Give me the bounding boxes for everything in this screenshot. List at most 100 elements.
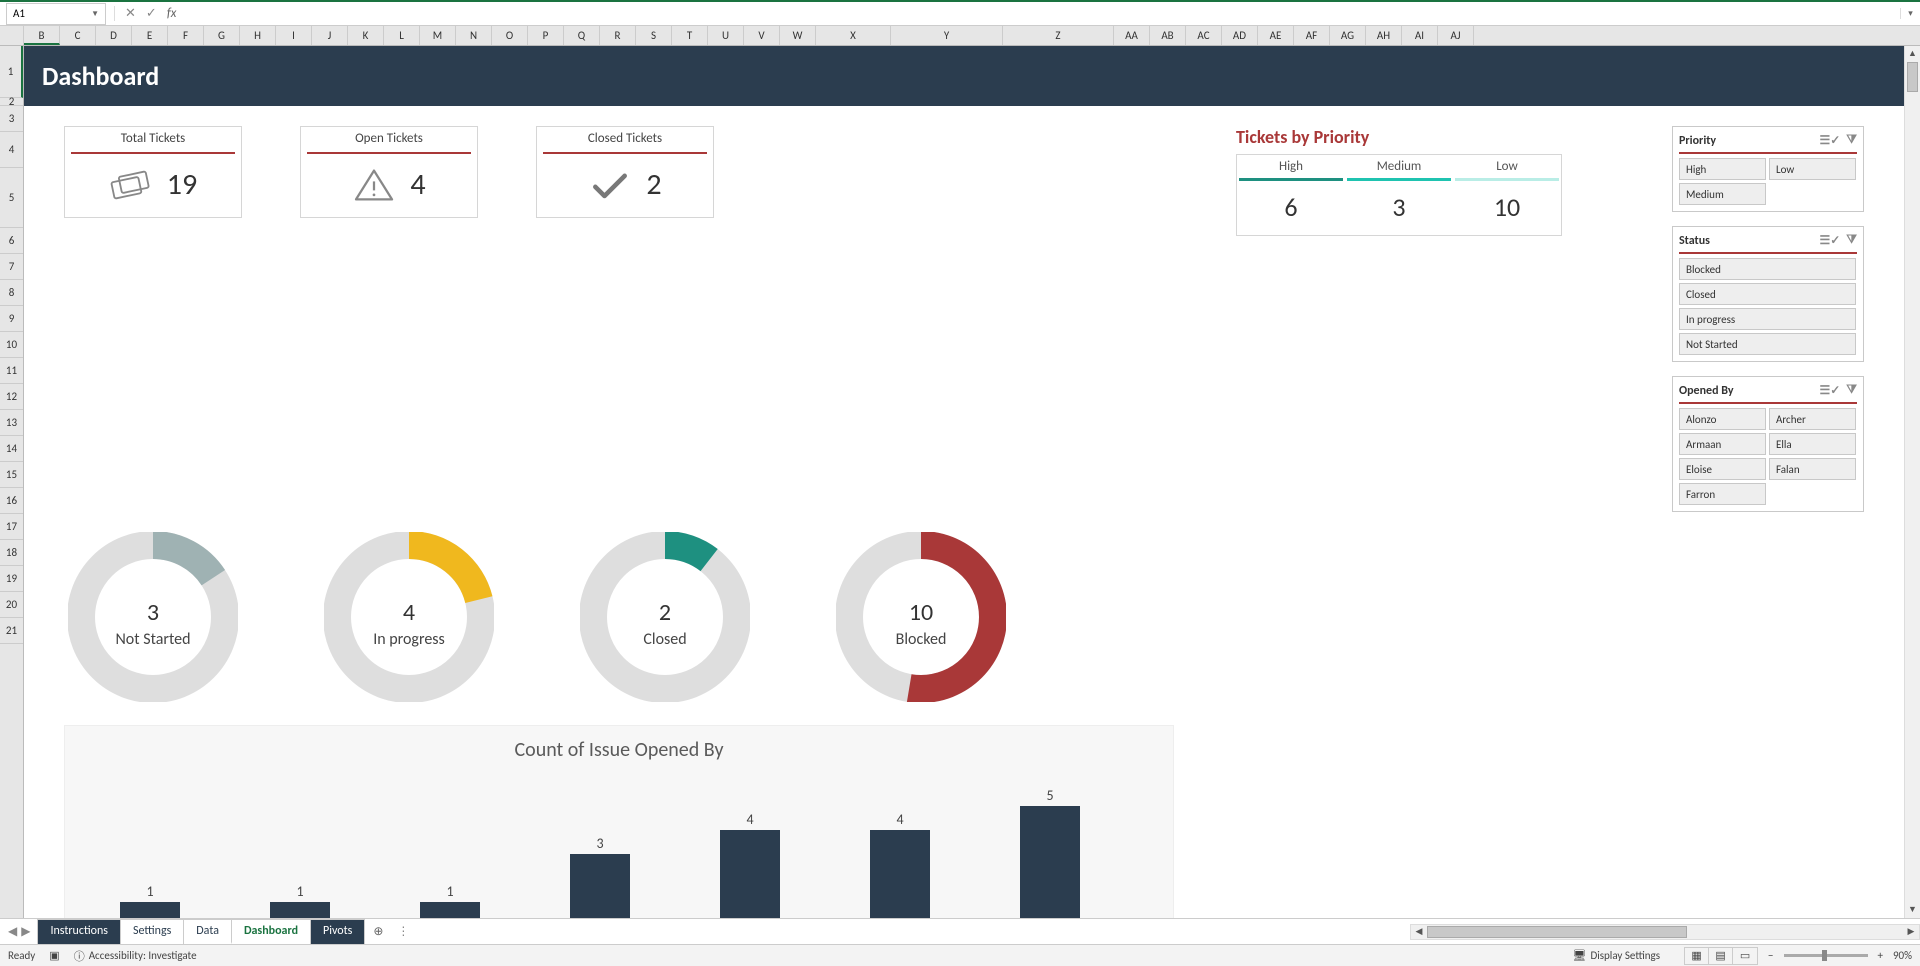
accessibility-status[interactable]: ⓘ Accessibility: Investigate bbox=[74, 948, 197, 964]
row-header[interactable]: 10 bbox=[0, 332, 23, 358]
column-header[interactable]: Z bbox=[1003, 26, 1114, 45]
row-header[interactable]: 11 bbox=[0, 358, 23, 384]
hscroll-left-arrow-icon[interactable]: ◀ bbox=[1411, 925, 1427, 939]
column-header[interactable]: N bbox=[456, 26, 492, 45]
column-header[interactable]: J bbox=[312, 26, 348, 45]
column-header[interactable]: P bbox=[528, 26, 564, 45]
scroll-up-arrow-icon[interactable]: ▲ bbox=[1905, 46, 1920, 62]
tab-more-icon[interactable]: ⋮ bbox=[397, 924, 409, 939]
scroll-down-arrow-icon[interactable]: ▼ bbox=[1905, 902, 1920, 918]
slicer-item[interactable]: Low bbox=[1769, 158, 1856, 180]
column-header[interactable]: AI bbox=[1402, 26, 1438, 45]
column-header[interactable]: AD bbox=[1222, 26, 1258, 45]
donut-chart[interactable]: 2Closed bbox=[580, 532, 750, 707]
slicer-item[interactable]: Alonzo bbox=[1679, 408, 1766, 430]
multi-select-icon[interactable]: ☰✓ bbox=[1819, 233, 1840, 248]
zoom-in-button[interactable]: + bbox=[1878, 949, 1883, 962]
column-header[interactable]: L bbox=[384, 26, 420, 45]
column-header[interactable]: Y bbox=[891, 26, 1003, 45]
row-header[interactable]: 12 bbox=[0, 384, 23, 410]
slicer-item[interactable]: Eloise bbox=[1679, 458, 1766, 480]
formula-bar-expand-icon[interactable]: ▾ bbox=[1900, 8, 1920, 19]
row-header[interactable]: 13 bbox=[0, 410, 23, 436]
clear-filter-icon[interactable]: ⧩ bbox=[1846, 133, 1857, 148]
hscroll-right-arrow-icon[interactable]: ▶ bbox=[1903, 925, 1919, 939]
row-header[interactable]: 14 bbox=[0, 436, 23, 462]
column-header[interactable]: M bbox=[420, 26, 456, 45]
column-header[interactable]: W bbox=[780, 26, 816, 45]
column-header[interactable]: B bbox=[24, 26, 60, 45]
slicer-item[interactable]: Archer bbox=[1769, 408, 1856, 430]
row-header[interactable]: 1 bbox=[0, 46, 23, 98]
column-header[interactable]: AG bbox=[1330, 26, 1366, 45]
name-box[interactable]: A1 ▼ bbox=[6, 3, 106, 25]
sheet-tab[interactable]: Instructions bbox=[37, 919, 120, 944]
slicer-item[interactable]: Not Started bbox=[1679, 333, 1856, 355]
zoom-slider[interactable] bbox=[1784, 954, 1868, 957]
row-header[interactable]: 9 bbox=[0, 306, 23, 332]
sheet-tab[interactable]: Data bbox=[183, 919, 232, 944]
column-header[interactable]: E bbox=[132, 26, 168, 45]
slicer-item[interactable]: In progress bbox=[1679, 308, 1856, 330]
row-header[interactable]: 5 bbox=[0, 168, 23, 228]
clear-filter-icon[interactable]: ⧩ bbox=[1846, 383, 1857, 398]
column-header[interactable]: D bbox=[96, 26, 132, 45]
column-header[interactable]: O bbox=[492, 26, 528, 45]
add-sheet-button[interactable]: ⊕ bbox=[365, 924, 391, 939]
page-layout-view-button[interactable]: ▤ bbox=[1709, 948, 1733, 964]
vertical-scrollbar[interactable]: ▲ ▼ bbox=[1904, 46, 1920, 918]
column-header[interactable]: U bbox=[708, 26, 744, 45]
row-header[interactable]: 3 bbox=[0, 106, 23, 132]
name-box-dropdown-icon[interactable]: ▼ bbox=[91, 9, 99, 19]
zoom-out-button[interactable]: − bbox=[1768, 949, 1773, 962]
column-header[interactable]: T bbox=[672, 26, 708, 45]
column-header[interactable]: AE bbox=[1258, 26, 1294, 45]
scroll-thumb[interactable] bbox=[1907, 62, 1918, 92]
fx-icon[interactable]: fx bbox=[167, 6, 177, 21]
slicer-item[interactable]: High bbox=[1679, 158, 1766, 180]
tab-prev-icon[interactable]: ◀ bbox=[8, 924, 17, 939]
column-header[interactable]: AB bbox=[1150, 26, 1186, 45]
row-header[interactable]: 7 bbox=[0, 254, 23, 280]
worksheet-area[interactable]: Dashboard Total Tickets19Open Tickets4Cl… bbox=[24, 46, 1920, 918]
donut-chart[interactable]: 10Blocked bbox=[836, 532, 1006, 707]
column-header[interactable]: Q bbox=[564, 26, 600, 45]
column-header[interactable]: AH bbox=[1366, 26, 1402, 45]
row-header[interactable]: 8 bbox=[0, 280, 23, 306]
multi-select-icon[interactable]: ☰✓ bbox=[1819, 383, 1840, 398]
zoom-level[interactable]: 90% bbox=[1893, 949, 1912, 962]
row-header[interactable]: 2 bbox=[0, 98, 23, 106]
row-header[interactable]: 20 bbox=[0, 592, 23, 618]
slicer-item[interactable]: Medium bbox=[1679, 183, 1766, 205]
column-header[interactable]: AA bbox=[1114, 26, 1150, 45]
column-header[interactable]: V bbox=[744, 26, 780, 45]
donut-chart[interactable]: 3Not Started bbox=[68, 532, 238, 707]
issue-by-opener-chart[interactable]: Count of Issue Opened By 1Eloise1Falan1E… bbox=[64, 725, 1174, 918]
normal-view-button[interactable]: ▦ bbox=[1685, 948, 1709, 964]
hscroll-thumb[interactable] bbox=[1427, 926, 1687, 938]
tab-next-icon[interactable]: ▶ bbox=[21, 924, 30, 939]
column-header[interactable]: X bbox=[816, 26, 891, 45]
tab-nav[interactable]: ◀ ▶ bbox=[0, 924, 38, 939]
column-header[interactable]: C bbox=[60, 26, 96, 45]
slicer-opened-by[interactable]: Opened By☰✓⧩AlonzoArcherArmaanEllaEloise… bbox=[1672, 376, 1864, 512]
row-header[interactable]: 17 bbox=[0, 514, 23, 540]
row-header[interactable]: 18 bbox=[0, 540, 23, 566]
sheet-tab[interactable]: Settings bbox=[120, 919, 184, 944]
sheet-tab[interactable]: Dashboard bbox=[231, 919, 311, 944]
slicer-item[interactable]: Farron bbox=[1679, 483, 1766, 505]
column-header[interactable]: G bbox=[204, 26, 240, 45]
slicer-priority[interactable]: Priority☰✓⧩HighLowMedium bbox=[1672, 126, 1864, 212]
multi-select-icon[interactable]: ☰✓ bbox=[1819, 133, 1840, 148]
select-all-corner[interactable] bbox=[0, 26, 24, 45]
column-header[interactable]: H bbox=[240, 26, 276, 45]
display-settings-button[interactable]: 🖥 Display Settings bbox=[1572, 949, 1660, 962]
column-header[interactable]: F bbox=[168, 26, 204, 45]
slicer-item[interactable]: Blocked bbox=[1679, 258, 1856, 280]
sheet-tab[interactable]: Pivots bbox=[310, 919, 365, 944]
slicer-item[interactable]: Ella bbox=[1769, 433, 1856, 455]
slicer-item[interactable]: Falan bbox=[1769, 458, 1856, 480]
horizontal-scrollbar[interactable]: ◀ ▶ bbox=[1410, 924, 1920, 940]
column-header[interactable]: R bbox=[600, 26, 636, 45]
donut-chart[interactable]: 4In progress bbox=[324, 532, 494, 707]
